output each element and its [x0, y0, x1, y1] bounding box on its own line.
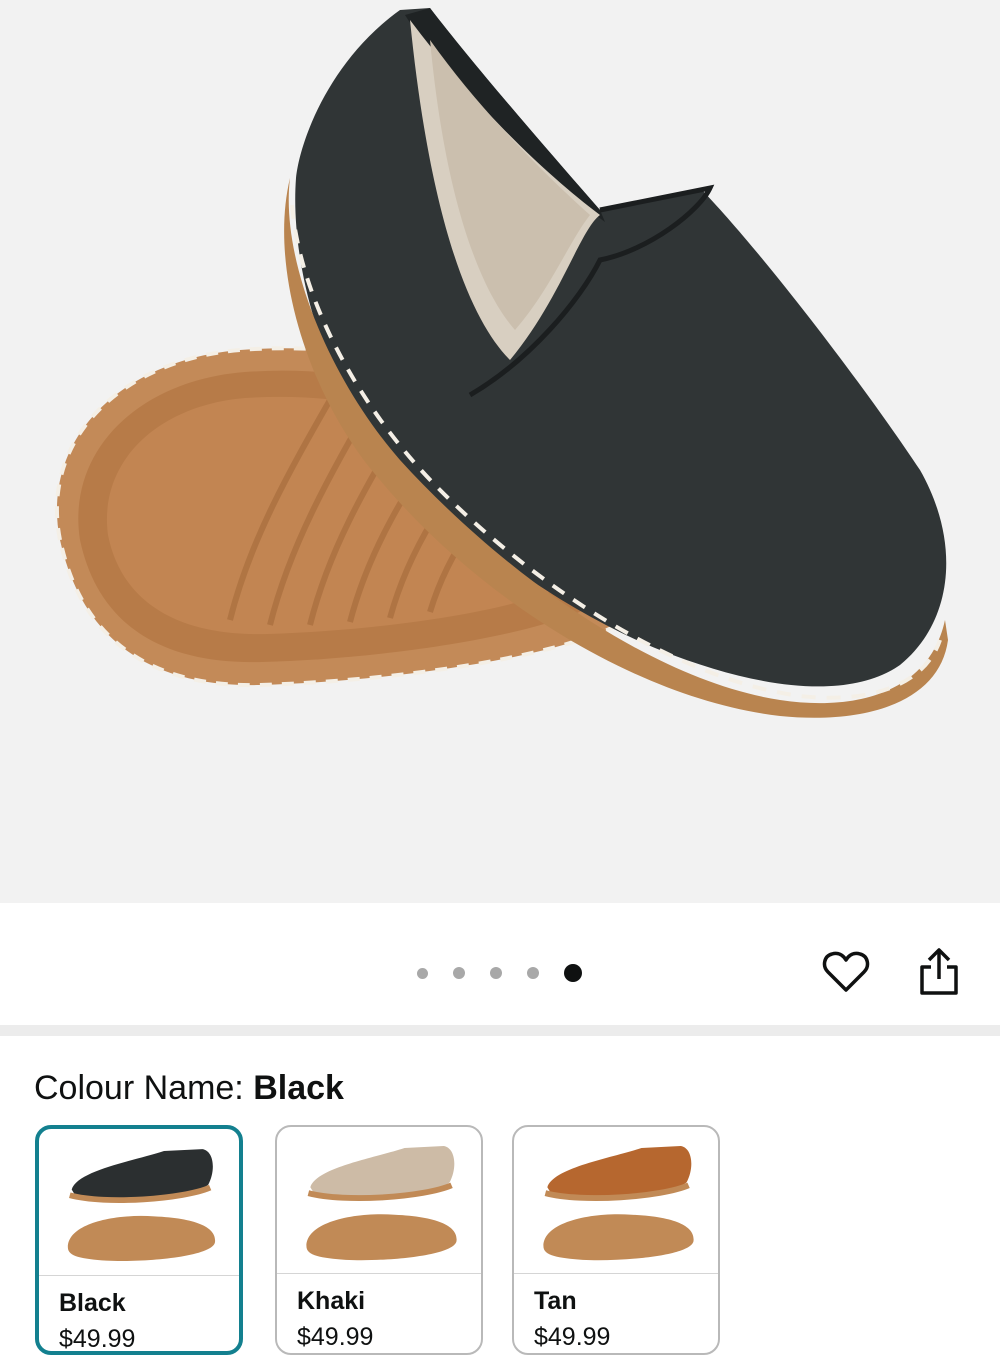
colour-name-value: Black — [253, 1069, 344, 1107]
swatch-name: Black — [59, 1289, 126, 1317]
swatch-separator — [39, 1275, 239, 1276]
carousel-dot-4[interactable] — [527, 967, 539, 979]
colour-swatch-khaki[interactable]: Khaki $49.99 — [275, 1125, 483, 1355]
share-icon — [920, 948, 958, 995]
swatch-price: $49.99 — [59, 1325, 136, 1353]
colour-name-label: Colour Name: Black — [34, 1068, 344, 1108]
swatch-thumbnail — [306, 1146, 457, 1261]
swatch-name: Tan — [534, 1287, 577, 1315]
heart-outline-icon — [822, 951, 870, 992]
colour-swatch-black[interactable]: Black $49.99 — [35, 1125, 243, 1355]
colour-swatch-tan[interactable]: Tan $49.99 — [512, 1125, 720, 1355]
swatch-price: $49.99 — [297, 1323, 374, 1351]
swatch-separator — [514, 1273, 718, 1274]
swatch-thumbnail — [543, 1146, 694, 1261]
share-button[interactable] — [911, 944, 967, 1000]
wishlist-button[interactable] — [818, 944, 874, 1000]
carousel-pagination[interactable] — [417, 961, 582, 985]
carousel-dot-1[interactable] — [417, 967, 428, 979]
section-divider — [0, 1025, 1000, 1036]
carousel-dot-3[interactable] — [490, 967, 502, 979]
swatch-price: $49.99 — [534, 1323, 611, 1351]
carousel-dot-2[interactable] — [453, 967, 465, 979]
swatch-separator — [277, 1273, 481, 1274]
swatch-thumbnail — [67, 1149, 216, 1262]
colour-name-prefix: Colour Name: — [34, 1069, 254, 1107]
product-image — [54, 8, 949, 718]
swatch-name: Khaki — [297, 1287, 366, 1315]
product-image-carousel[interactable] — [0, 0, 1000, 903]
carousel-dot-5-active[interactable] — [564, 964, 582, 982]
